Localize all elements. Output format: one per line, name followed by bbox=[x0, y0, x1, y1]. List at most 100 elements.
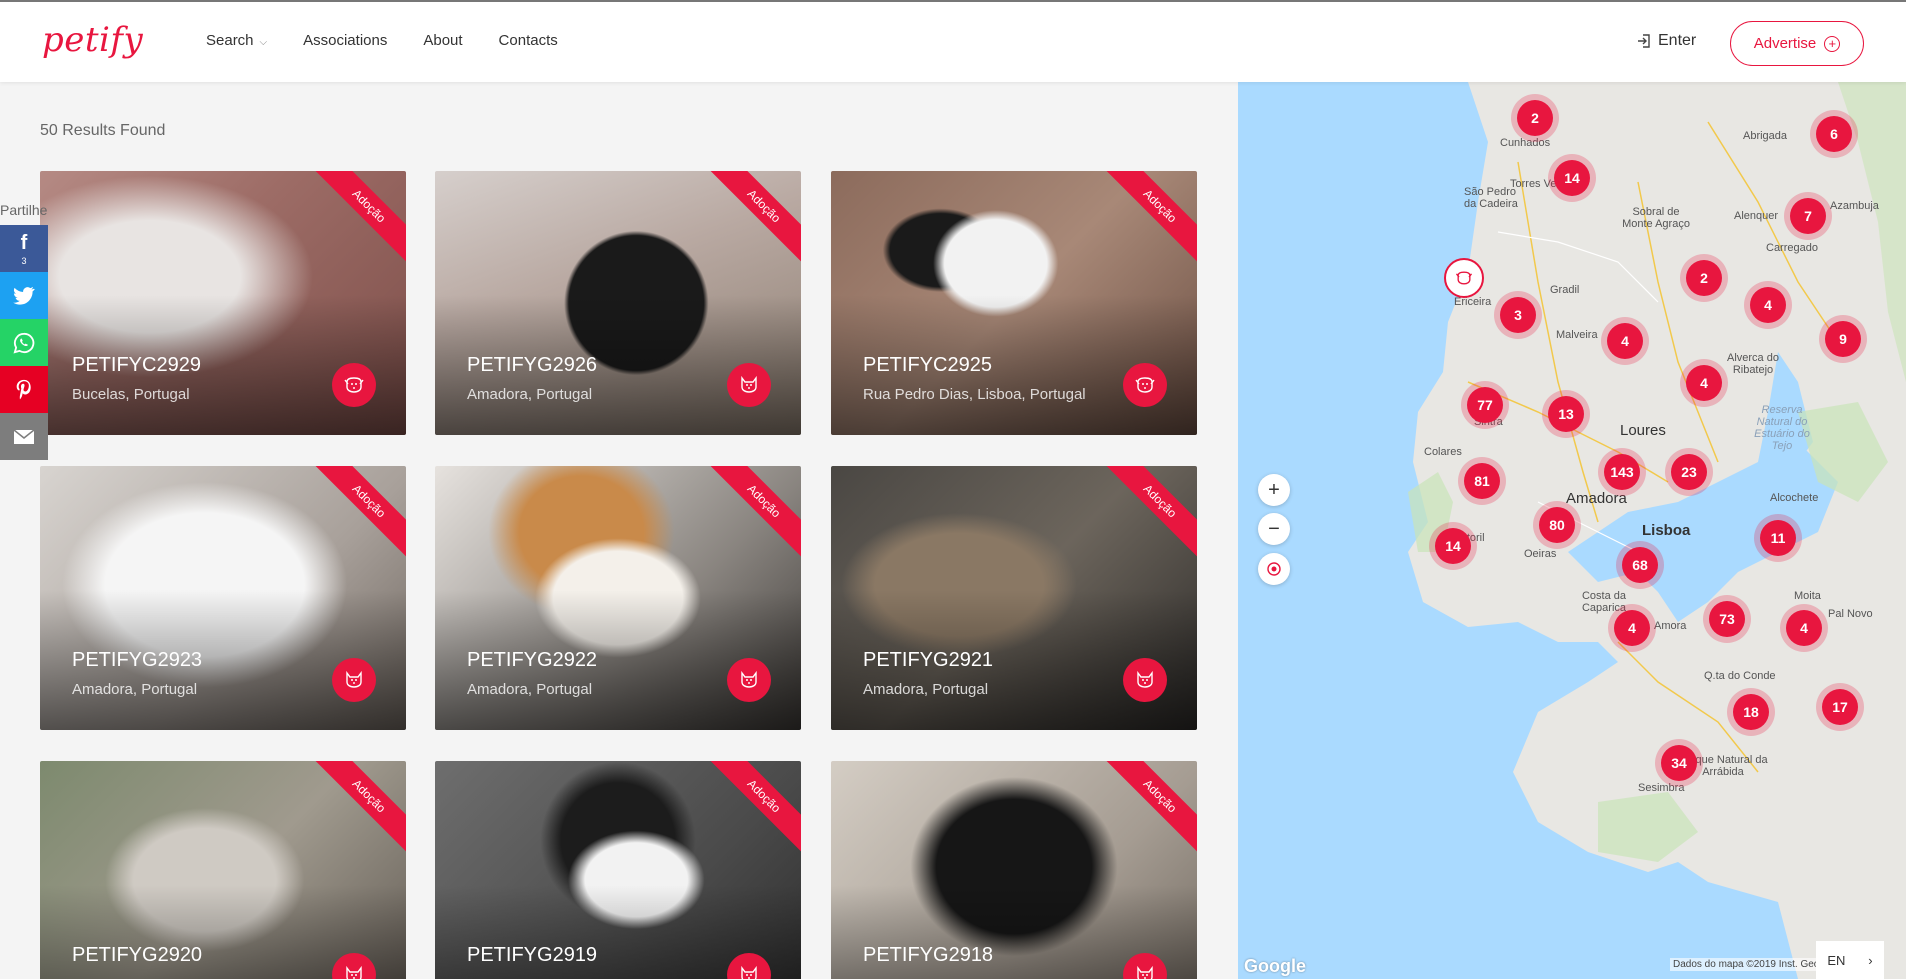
enter-link[interactable]: Enter bbox=[1636, 32, 1696, 50]
nav-search[interactable]: Search ⌵ bbox=[206, 32, 267, 49]
zoom-out-button[interactable]: − bbox=[1258, 513, 1290, 545]
pet-card[interactable]: Adoção PETIFYG2918 bbox=[831, 761, 1197, 979]
map-cluster[interactable]: 4 bbox=[1780, 604, 1828, 652]
cluster-count: 7 bbox=[1790, 198, 1826, 234]
pet-card[interactable]: Adoção PETIFYG2923 Amadora, Portugal bbox=[40, 466, 406, 730]
email-share-button[interactable] bbox=[0, 413, 48, 460]
nav-contacts[interactable]: Contacts bbox=[499, 32, 558, 49]
nav-associations[interactable]: Associations bbox=[303, 32, 387, 49]
map-cluster[interactable]: 2 bbox=[1680, 254, 1728, 302]
map-cluster[interactable]: 143 bbox=[1598, 448, 1646, 496]
cat-icon bbox=[727, 658, 771, 702]
map-place-malveira: Malveira bbox=[1556, 329, 1598, 341]
pinterest-share-button[interactable] bbox=[0, 366, 48, 413]
map-place-loures: Loures bbox=[1620, 422, 1666, 439]
map-cluster[interactable]: 4 bbox=[1744, 281, 1792, 329]
plus-circle-icon: + bbox=[1824, 35, 1841, 52]
map-cluster[interactable]: 77 bbox=[1461, 381, 1509, 429]
map-cluster[interactable]: 81 bbox=[1458, 457, 1506, 505]
map-cluster[interactable]: 4 bbox=[1601, 317, 1649, 365]
whatsapp-share-button[interactable] bbox=[0, 319, 48, 366]
pet-card[interactable]: Adoção PETIFYG2921 Amadora, Portugal bbox=[831, 466, 1197, 730]
map-attribution[interactable]: Dados do mapa ©2019 Inst. Geo bbox=[1670, 958, 1823, 971]
logo[interactable]: petify bbox=[42, 20, 143, 60]
pet-name: PETIFYG2919 bbox=[467, 944, 598, 966]
map-cluster[interactable]: 80 bbox=[1533, 501, 1581, 549]
cluster-count: 68 bbox=[1622, 547, 1658, 583]
map-cluster[interactable]: 13 bbox=[1542, 390, 1590, 438]
pet-name: PETIFYG2921 bbox=[863, 649, 994, 671]
chevron-right-icon: › bbox=[1868, 952, 1873, 968]
map-cluster[interactable]: 7 bbox=[1784, 192, 1832, 240]
locate-button[interactable] bbox=[1258, 553, 1290, 585]
pet-name: PETIFYG2918 bbox=[863, 944, 994, 966]
cluster-count: 14 bbox=[1554, 160, 1590, 196]
map-cluster[interactable]: 73 bbox=[1703, 595, 1751, 643]
cluster-count: 4 bbox=[1614, 610, 1650, 646]
map-cluster[interactable]: 68 bbox=[1616, 541, 1664, 589]
twitter-share-button[interactable] bbox=[0, 272, 48, 319]
twitter-icon bbox=[13, 286, 35, 305]
dog-icon bbox=[1123, 363, 1167, 407]
map-cluster[interactable]: 34 bbox=[1655, 739, 1703, 787]
map-cluster[interactable]: 9 bbox=[1819, 315, 1867, 363]
map-cluster[interactable]: 23 bbox=[1665, 448, 1713, 496]
pet-name: PETIFYG2926 bbox=[467, 354, 598, 376]
map-cluster[interactable]: 11 bbox=[1754, 514, 1802, 562]
nav-search-label: Search bbox=[206, 32, 254, 49]
pet-card[interactable]: Adoção PETIFYC2929 Bucelas, Portugal bbox=[40, 171, 406, 435]
map-place-alcochete: Alcochete bbox=[1770, 492, 1819, 504]
pet-name: PETIFYG2923 bbox=[72, 649, 203, 671]
map-place-sobral: Sobral de Monte Agraço bbox=[1622, 206, 1690, 230]
dog-icon bbox=[332, 363, 376, 407]
cluster-count: 4 bbox=[1750, 287, 1786, 323]
map-cluster[interactable]: 6 bbox=[1810, 110, 1858, 158]
pet-name: PETIFYC2925 bbox=[863, 354, 992, 376]
share-label: Partilhe bbox=[0, 202, 48, 218]
map-place-azambuja: Azambuja bbox=[1830, 200, 1879, 212]
map-cluster[interactable]: 14 bbox=[1429, 522, 1477, 570]
dog-icon bbox=[1455, 271, 1473, 285]
cluster-count: 81 bbox=[1464, 463, 1500, 499]
map-place-ericeira: Ericeira bbox=[1454, 296, 1492, 308]
pet-card[interactable]: Adoção PETIFYC2925 Rua Pedro Dias, Lisbo… bbox=[831, 171, 1197, 435]
cluster-count: 17 bbox=[1822, 689, 1858, 725]
pet-card[interactable]: Adoção PETIFYG2920 bbox=[40, 761, 406, 979]
map-cluster[interactable]: 3 bbox=[1494, 291, 1542, 339]
map-cluster[interactable]: 4 bbox=[1680, 359, 1728, 407]
cluster-count: 11 bbox=[1760, 520, 1796, 556]
facebook-share-button[interactable]: f 3 bbox=[0, 225, 48, 272]
map-cluster[interactable]: 14 bbox=[1548, 154, 1596, 202]
cluster-count: 4 bbox=[1607, 323, 1643, 359]
pet-card[interactable]: Adoção PETIFYG2926 Amadora, Portugal bbox=[435, 171, 801, 435]
cluster-count: 77 bbox=[1467, 387, 1503, 423]
map-place-carregado: Carregado bbox=[1766, 242, 1818, 254]
map-cluster[interactable]: 18 bbox=[1727, 688, 1775, 736]
map-cluster[interactable]: 4 bbox=[1608, 604, 1656, 652]
pet-map-marker[interactable] bbox=[1444, 258, 1484, 298]
pet-location: Amadora, Portugal bbox=[863, 681, 989, 698]
map-cluster[interactable]: 2 bbox=[1511, 94, 1559, 142]
language-selector[interactable]: EN › bbox=[1816, 941, 1884, 979]
advertise-button[interactable]: Advertise + bbox=[1730, 21, 1864, 66]
zoom-in-button[interactable]: + bbox=[1258, 474, 1290, 506]
cat-icon bbox=[727, 363, 771, 407]
location-target-icon bbox=[1267, 562, 1281, 576]
map-place-amora: Amora bbox=[1654, 620, 1687, 632]
map-place-abrigada: Abrigada bbox=[1743, 130, 1788, 142]
nav-about[interactable]: About bbox=[423, 32, 462, 49]
map-place-gradil: Gradil bbox=[1550, 284, 1580, 296]
results-map[interactable]: Cunhados Torres Vedras São Pedro da Cade… bbox=[1238, 82, 1906, 979]
pet-location: Amadora, Portugal bbox=[72, 681, 198, 698]
pet-card[interactable]: Adoção PETIFYG2922 Amadora, Portugal bbox=[435, 466, 801, 730]
map-place-quinta-conde: Q.ta do Conde bbox=[1704, 670, 1776, 682]
pet-location: Amadora, Portugal bbox=[467, 681, 593, 698]
pet-card[interactable]: Adoção PETIFYG2919 bbox=[435, 761, 801, 979]
map-place-alverca: Alverca do Ribatejo bbox=[1727, 352, 1779, 376]
cluster-count: 80 bbox=[1539, 507, 1575, 543]
cluster-count: 4 bbox=[1786, 610, 1822, 646]
pet-location: Rua Pedro Dias, Lisboa, Portugal bbox=[863, 386, 1086, 403]
main-nav: Search ⌵ Associations About Contacts bbox=[206, 32, 558, 49]
map-place-moita: Moita bbox=[1794, 590, 1821, 602]
map-cluster[interactable]: 17 bbox=[1816, 683, 1864, 731]
